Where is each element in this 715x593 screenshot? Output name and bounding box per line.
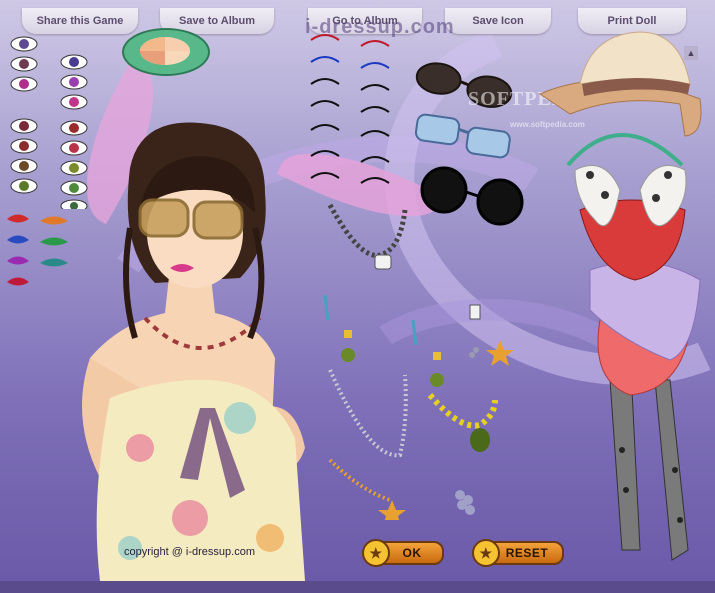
scarves-palette (574, 165, 701, 561)
blush-compact-icon[interactable] (122, 28, 210, 76)
game-stage: Share this Game Save to Album Go to Albu… (0, 0, 715, 581)
yellow-bead-necklace-icon (427, 393, 498, 452)
share-game-button[interactable]: Share this Game (22, 8, 138, 34)
reset-button[interactable]: ★ RESET (472, 539, 564, 567)
ok-label: OK (402, 546, 422, 560)
star-icon: ★ (472, 539, 500, 567)
jewelry-palette (323, 203, 514, 520)
red-skull-scarf-icon (574, 165, 687, 281)
reset-label: RESET (505, 546, 549, 560)
scroll-up-arrow-icon[interactable]: ▲ (684, 46, 698, 60)
blue-sunglasses-icon (414, 113, 511, 159)
leopard-scarf-icon (609, 379, 689, 561)
earring-icon (323, 294, 514, 387)
lip-option-icon (7, 214, 68, 286)
bottom-bar (0, 581, 715, 593)
star-icon: ★ (362, 539, 390, 567)
pearl-necklace-icon (328, 369, 408, 520)
ok-button[interactable]: ★ OK (362, 539, 444, 567)
copyright-text: copyright @ i-dressup.com (124, 546, 255, 558)
purple-grape-pendant-icon (455, 490, 475, 515)
doll-figure (82, 122, 305, 581)
black-bead-necklace-icon (327, 203, 408, 270)
